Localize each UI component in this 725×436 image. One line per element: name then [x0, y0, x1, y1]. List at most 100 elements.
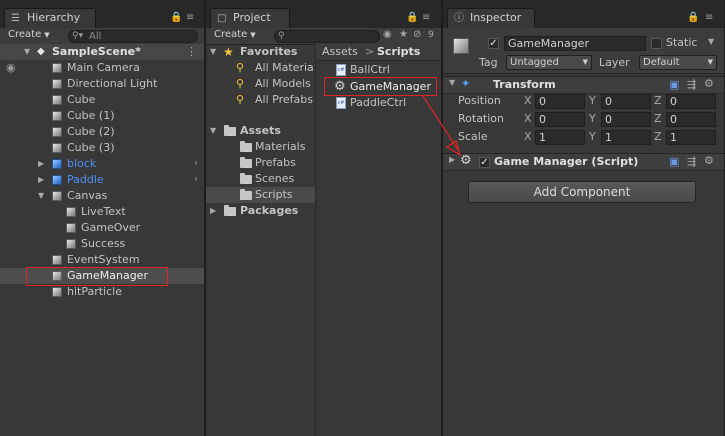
scale-y-field[interactable]: 1: [601, 130, 651, 145]
gear-icon[interactable]: ⚙: [704, 154, 714, 167]
axis-x-label[interactable]: X: [524, 111, 532, 127]
layer-dropdown[interactable]: Default ▼: [639, 55, 717, 70]
hierarchy-item[interactable]: ▶ block ›: [0, 156, 204, 172]
hierarchy-item[interactable]: ▶ Paddle ›: [0, 172, 204, 188]
visible-count-icon[interactable]: ⊘: [413, 29, 421, 40]
axis-x-label[interactable]: X: [524, 129, 532, 145]
foldout-open-icon[interactable]: ▼: [449, 78, 455, 87]
hierarchy-item[interactable]: Cube (2): [0, 124, 204, 140]
filter-type-icon[interactable]: ◉: [383, 29, 392, 40]
script-file[interactable]: c# BallCtrl: [316, 62, 441, 78]
caret-down-icon[interactable]: ▼: [708, 37, 714, 46]
axis-y-label[interactable]: Y: [589, 93, 596, 109]
packages-header[interactable]: ▶ Packages: [206, 203, 314, 219]
tab-project-label: Project: [233, 11, 271, 24]
rotation-x-field[interactable]: 0: [535, 112, 585, 127]
object-name-field[interactable]: GameManager: [504, 36, 646, 51]
menu-icon[interactable]: ≡: [186, 12, 194, 23]
inspector-panel: ⓘ Inspector 🔒 ≡ ✓ GameManager Static ▼ T…: [443, 0, 725, 436]
tab-inspector[interactable]: ⓘ Inspector: [447, 8, 535, 28]
gear-icon[interactable]: ⚙: [704, 77, 714, 90]
hierarchy-item[interactable]: EventSystem: [0, 252, 204, 268]
hierarchy-search-input[interactable]: ⚲▾ All: [68, 30, 198, 43]
asset-folder[interactable]: Scenes: [206, 171, 314, 187]
hierarchy-item[interactable]: ▼ Canvas: [0, 188, 204, 204]
hierarchy-item[interactable]: LiveText: [0, 204, 204, 220]
assets-header[interactable]: ▼ Assets: [206, 123, 314, 139]
foldout-closed-icon[interactable]: ▶: [38, 156, 44, 172]
foldout-open-icon[interactable]: ▼: [210, 44, 216, 60]
asset-folder-selected[interactable]: Scripts: [206, 187, 315, 203]
foldout-closed-icon[interactable]: ▶: [449, 155, 455, 164]
gameobject-icon: [52, 143, 62, 153]
preset-icon[interactable]: ⇶: [687, 78, 696, 91]
hierarchy-item[interactable]: Success: [0, 236, 204, 252]
hierarchy-item[interactable]: Directional Light: [0, 76, 204, 92]
help-icon[interactable]: ▣: [669, 78, 679, 91]
favorites-item[interactable]: ⚲ All Prefabs: [206, 92, 314, 108]
project-search-input[interactable]: ⚲: [274, 30, 380, 43]
component-enabled-checkbox[interactable]: ✓: [479, 157, 490, 168]
settings-icon[interactable]: ⋮: [186, 44, 197, 60]
tab-project[interactable]: □ Project: [210, 8, 290, 28]
hierarchy-item[interactable]: Cube (1): [0, 108, 204, 124]
position-z-field[interactable]: 0: [666, 94, 716, 109]
inspector-tabbar: ⓘ Inspector 🔒 ≡: [443, 0, 724, 28]
hierarchy-item[interactable]: Cube: [0, 92, 204, 108]
script-file[interactable]: c# PaddleCtrl: [316, 95, 441, 111]
asset-folder[interactable]: Materials: [206, 139, 314, 155]
favorites-header[interactable]: ▼ ★ Favorites: [206, 44, 314, 60]
tag-dropdown[interactable]: Untagged ▼: [506, 55, 592, 70]
chevron-right-icon[interactable]: ›: [194, 156, 198, 172]
hierarchy-item[interactable]: GameOver: [0, 220, 204, 236]
hierarchy-item[interactable]: ◉ Main Camera: [0, 60, 204, 76]
add-component-button[interactable]: Add Component: [468, 181, 696, 203]
position-x-field[interactable]: 0: [535, 94, 585, 109]
lock-icon[interactable]: 🔒: [687, 12, 699, 23]
foldout-closed-icon[interactable]: ▶: [210, 203, 216, 219]
rotation-z-field[interactable]: 0: [666, 112, 716, 127]
axis-z-label[interactable]: Z: [654, 111, 662, 127]
tab-hierarchy[interactable]: ☰ Hierarchy: [4, 8, 96, 28]
create-button[interactable]: Create ▼: [6, 29, 52, 43]
breadcrumb-root[interactable]: Assets: [322, 45, 358, 58]
chevron-right-icon[interactable]: ›: [194, 172, 198, 188]
axis-z-label[interactable]: Z: [654, 129, 662, 145]
hierarchy-item-label: Directional Light: [67, 77, 158, 90]
scale-x-field[interactable]: 1: [535, 130, 585, 145]
asset-folder[interactable]: Prefabs: [206, 155, 314, 171]
axis-y-label[interactable]: Y: [589, 111, 596, 127]
hierarchy-item[interactable]: Cube (3): [0, 140, 204, 156]
hierarchy-item[interactable]: hitParticle: [0, 284, 204, 300]
axis-z-label[interactable]: Z: [654, 93, 662, 109]
menu-icon[interactable]: ≡: [422, 12, 430, 23]
help-icon[interactable]: ▣: [669, 155, 679, 168]
foldout-closed-icon[interactable]: ▶: [38, 172, 44, 188]
axis-y-label[interactable]: Y: [589, 129, 596, 145]
script-component-header[interactable]: ▶ ⚙ ✓ Game Manager (Script) ▣ ⇶ ⚙: [443, 153, 724, 171]
scene-row[interactable]: ▼ ◆ SampleScene* ⋮: [0, 44, 204, 60]
favorites-item[interactable]: ⚲ All Materia: [206, 60, 314, 76]
foldout-open-icon[interactable]: ▼: [210, 123, 216, 139]
static-checkbox[interactable]: [651, 38, 662, 49]
lock-icon[interactable]: 🔒: [170, 12, 182, 23]
prefab-icon: [52, 159, 62, 169]
menu-icon[interactable]: ≡: [705, 12, 713, 23]
axis-x-label[interactable]: X: [524, 93, 532, 109]
foldout-open-icon[interactable]: ▼: [38, 188, 44, 204]
breadcrumb-current[interactable]: Scripts: [377, 45, 420, 58]
asset-folder-label: Scripts: [255, 188, 293, 201]
active-checkbox[interactable]: ✓: [488, 38, 499, 49]
rotation-y-field[interactable]: 0: [601, 112, 651, 127]
create-button[interactable]: Create ▼: [212, 29, 258, 43]
favorites-item[interactable]: ⚲ All Models: [206, 76, 314, 92]
scale-z-field[interactable]: 1: [666, 130, 716, 145]
eye-icon[interactable]: ◉: [6, 60, 16, 76]
star-filter-icon[interactable]: ★: [399, 29, 408, 40]
transform-header[interactable]: ▼ ✦ Transform ▣ ⇶ ⚙: [443, 76, 724, 94]
breadcrumb-separator: >: [365, 45, 375, 58]
create-button-label: Create: [214, 29, 248, 40]
preset-icon[interactable]: ⇶: [687, 155, 696, 168]
position-y-field[interactable]: 0: [601, 94, 651, 109]
lock-icon[interactable]: 🔒: [406, 12, 418, 23]
